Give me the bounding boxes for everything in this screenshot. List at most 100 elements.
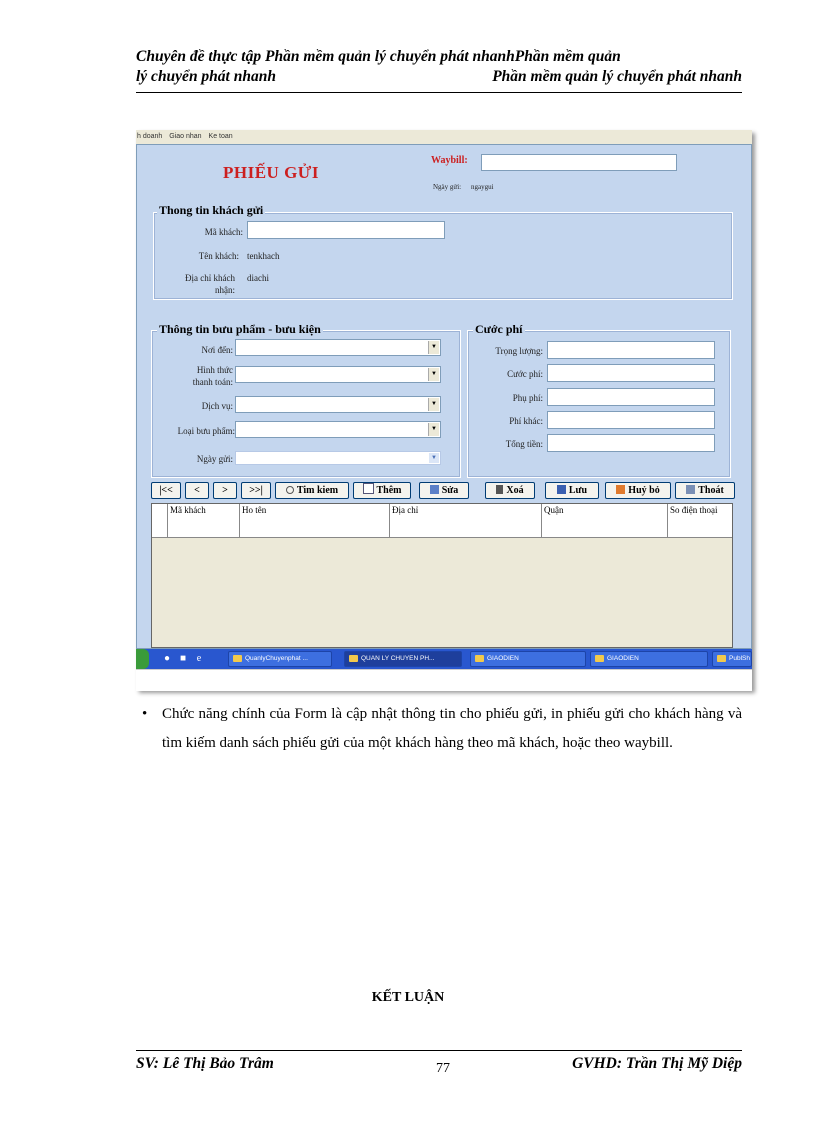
grid-cell[interactable] <box>168 518 240 537</box>
new-icon <box>362 483 374 494</box>
record-toolbar: |<< < > >>| Tim kiem Thêm Sửa Xoá Lưu Hu… <box>151 482 741 500</box>
noi-den-label: Nơi đến: <box>201 345 233 355</box>
taskbar-item-giaodien-2[interactable]: GIAODIEN <box>590 651 708 667</box>
trong-luong-label: Trọng lượng: <box>495 346 543 356</box>
grid-column-quan[interactable]: Quận <box>542 504 668 518</box>
footer-student: SV: Lê Thị Bảo Trâm <box>136 1055 274 1072</box>
fee-group-title: Cước phí <box>473 322 525 337</box>
trash-icon <box>496 485 504 494</box>
menu-item-ke-toan[interactable]: Ke toan <box>209 133 233 140</box>
phieu-gui-form: PHIẾU GỬI Waybill: Ngày gửi: ngaygui Tho… <box>136 144 752 649</box>
grid-column-ho-ten[interactable]: Ho tên <box>240 504 390 518</box>
chevron-down-icon[interactable]: ▼ <box>429 453 439 463</box>
chevron-down-icon[interactable]: ▼ <box>428 341 439 354</box>
loai-buu-pham-label: Loại bưu phẩm: <box>177 426 235 436</box>
phi-khac-input[interactable] <box>547 411 715 429</box>
phu-phi-input[interactable] <box>547 388 715 406</box>
waybill-input[interactable] <box>481 154 677 171</box>
firefox-icon[interactable]: ● <box>160 652 174 665</box>
app-screenshot: h doanh Giao nhan Ke toan PHIẾU GỬI Wayb… <box>136 130 752 691</box>
form-title: PHIẾU GỬI <box>223 163 319 182</box>
trong-luong-input[interactable] <box>547 341 715 359</box>
chevron-down-icon[interactable]: ▼ <box>428 423 439 436</box>
noi-den-combo[interactable]: ▼ <box>235 339 441 356</box>
screenshot-bottom-strip <box>136 669 752 691</box>
edit-button-label: Sửa <box>441 485 459 496</box>
paragraph-text: Chức năng chính của Form là cập nhật thô… <box>162 706 742 751</box>
taskbar-item-quanly[interactable]: QuanlyChuyenphat ... <box>228 651 332 667</box>
ma-khach-input[interactable] <box>247 221 445 239</box>
taskbar-item-quan-ly-chuyen-phat[interactable]: QUAN LY CHUYEN PH... <box>344 651 462 667</box>
exit-button[interactable]: Thoát <box>675 482 735 499</box>
grid-column-dia-chi[interactable]: Địa chỉ <box>390 504 542 518</box>
footer-supervisor: GVHD: Trần Thị Mỹ Diệp <box>572 1055 742 1072</box>
hinh-thuc-label-2: thanh toán: <box>192 377 233 387</box>
chevron-down-icon[interactable]: ▼ <box>428 368 439 381</box>
ie-icon[interactable]: e <box>192 652 206 665</box>
loai-buu-pham-combo[interactable]: ▼ <box>235 421 441 438</box>
table-row[interactable] <box>152 518 732 538</box>
search-icon <box>285 486 294 494</box>
page-footer: SV: Lê Thị Bảo Trâm 77 GVHD: Trần Thị Mỹ… <box>136 1055 742 1077</box>
floppy-icon <box>556 485 566 494</box>
taskbar-item-label: QUAN LY CHUYEN PH... <box>361 655 435 662</box>
taskbar-item-label: GIAODIEN <box>487 655 519 662</box>
header-line-2-right: Phần mềm quản lý chuyển phát nhanh <box>492 68 742 85</box>
last-record-button[interactable]: >>| <box>241 482 271 499</box>
start-button[interactable] <box>136 649 149 669</box>
grid-cell[interactable] <box>390 518 542 537</box>
grid-cell[interactable] <box>542 518 668 537</box>
grid-cell[interactable] <box>240 518 390 537</box>
prev-record-button[interactable]: < <box>185 482 209 499</box>
app-icon <box>717 655 726 662</box>
body-paragraph: • Chức năng chính của Form là cập nhật t… <box>138 700 742 758</box>
save-button-label: Lưu <box>568 485 588 496</box>
ten-khach-label: Tên khách: <box>198 251 239 261</box>
chevron-down-icon[interactable]: ▼ <box>428 398 439 411</box>
dia-chi-value: diachi <box>247 273 269 283</box>
grid-cell[interactable] <box>668 518 732 537</box>
edit-button[interactable]: Sửa <box>419 482 469 499</box>
menu-item-kinh-doanh[interactable]: h doanh <box>137 133 162 140</box>
delete-button[interactable]: Xoá <box>485 482 535 499</box>
next-record-button[interactable]: > <box>213 482 237 499</box>
cancel-button[interactable]: Huỷ bỏ <box>605 482 671 499</box>
dich-vu-combo[interactable]: ▼ <box>235 396 441 413</box>
ngay-gui-picker[interactable]: ▼ <box>235 451 441 465</box>
cuoc-phi-input[interactable] <box>547 364 715 382</box>
exit-button-label: Thoát <box>698 485 724 496</box>
conclusion-heading: KẾT LUẬN <box>371 990 445 1005</box>
taskbar-item-publish[interactable]: PublSh <box>712 651 752 667</box>
grid-header: Mã khách Ho tên Địa chỉ Quận So điện tho… <box>152 504 732 519</box>
header-line-2: lý chuyển phát nhanh Phần mềm quản lý ch… <box>136 67 742 87</box>
first-record-button[interactable]: |<< <box>151 482 181 499</box>
ngay-gui-picker-label: Ngày gửi: <box>196 454 233 464</box>
add-button[interactable]: Thêm <box>353 482 411 499</box>
save-button[interactable]: Lưu <box>545 482 599 499</box>
taskbar-item-label: GIAODIEN <box>607 655 639 662</box>
tong-tien-label: Tổng tiền: <box>505 439 543 449</box>
grid-column-so-dien-thoai[interactable]: So điện thoại <box>668 504 732 518</box>
grid-column-ma-khach[interactable]: Mã khách <box>168 504 240 518</box>
tong-tien-input[interactable] <box>547 434 715 452</box>
folder-icon <box>475 655 484 662</box>
search-button-label: Tim kiem <box>296 485 339 496</box>
search-button[interactable]: Tim kiem <box>275 482 349 499</box>
cuoc-phi-label: Cước phí: <box>507 369 543 379</box>
app-icon <box>349 655 358 662</box>
parcel-group-title: Thông tin bưu phẩm - bưu kiện <box>157 322 323 337</box>
page-header: Chuyên đề thực tập Phần mềm quản lý chuy… <box>136 47 742 87</box>
header-rule <box>136 92 742 93</box>
dich-vu-label: Dịch vụ: <box>201 401 233 411</box>
hinh-thuc-combo[interactable]: ▼ <box>235 366 441 383</box>
quicklaunch-icon[interactable]: ■ <box>176 652 190 665</box>
taskbar-item-label: PublSh <box>729 655 750 662</box>
records-grid[interactable]: Mã khách Ho tên Địa chỉ Quận So điện tho… <box>151 503 733 648</box>
customer-group-title: Thong tin khách gửi <box>157 203 266 218</box>
taskbar-item-giaodien-1[interactable]: GIAODIEN <box>470 651 586 667</box>
menu-item-giao-nhan[interactable]: Giao nhan <box>169 133 201 140</box>
grid-row-selector[interactable] <box>152 518 168 537</box>
exit-icon <box>686 485 696 494</box>
folder-icon <box>595 655 604 662</box>
cancel-icon <box>616 485 626 494</box>
